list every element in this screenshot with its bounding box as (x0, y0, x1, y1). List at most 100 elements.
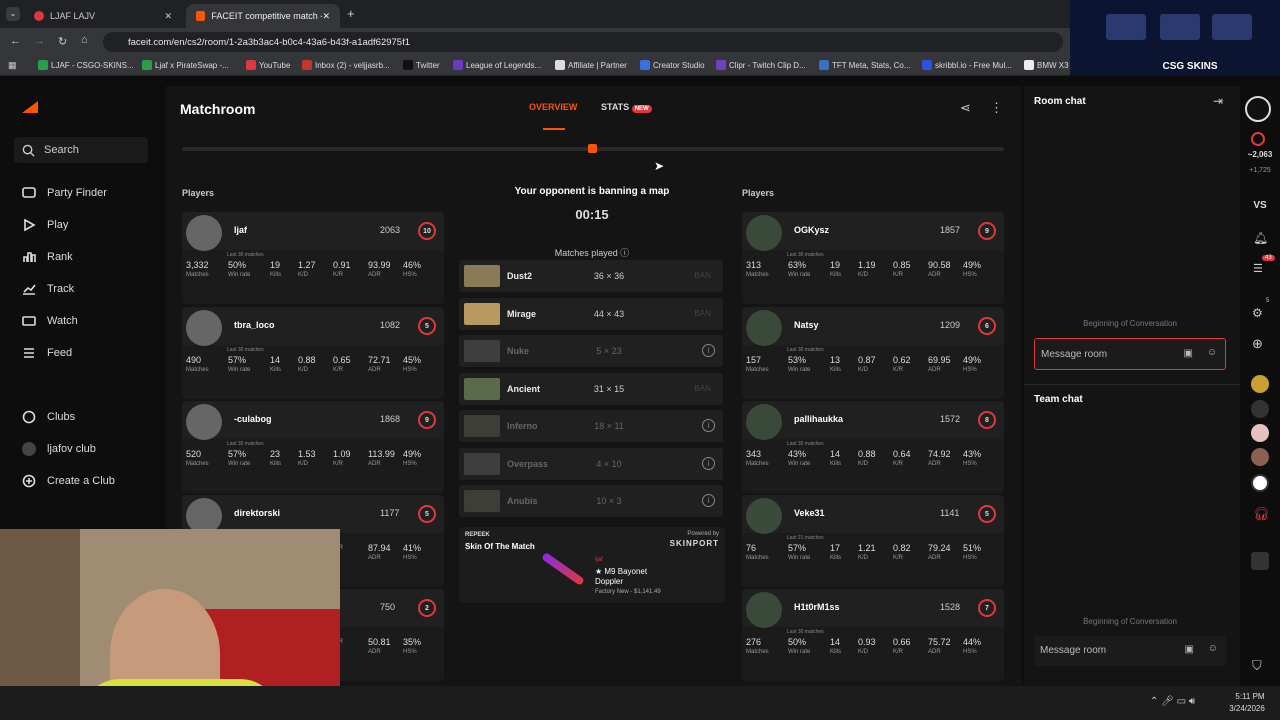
bookmark-item[interactable]: Inbox (2) - veljjasrb... (302, 60, 390, 70)
tab-stats[interactable]: STATS NEW (601, 102, 652, 113)
bookmark-item[interactable]: Ljaf x PirateSwap -... (142, 60, 229, 70)
tab-overview[interactable]: OVERVIEW (529, 102, 577, 112)
player-card[interactable]: Veke31 1141 5 Last 21 matches 76 Matches 57% Wi… (742, 495, 1004, 587)
add-icon[interactable]: ⊕ (1252, 336, 1263, 352)
faceit-logo[interactable] (22, 101, 38, 113)
collapse-chat-icon[interactable]: ⇥ (1213, 94, 1223, 108)
map-row-overpass[interactable]: Overpass 4 × 10 i (459, 447, 723, 480)
info-icon[interactable]: ⓘ (620, 248, 629, 258)
bookmark-item[interactable]: Twitter (403, 60, 440, 70)
player-name[interactable]: direktorski (234, 508, 280, 518)
player-name[interactable]: OGKysz (794, 225, 829, 235)
info-icon[interactable]: i (702, 344, 715, 357)
info-icon[interactable]: i (702, 419, 715, 432)
map-row-mirage[interactable]: Mirage 44 × 43 BAN (459, 297, 723, 330)
bookmark-item[interactable]: League of Legends... (453, 60, 541, 70)
bell-icon[interactable]: 🔔︎ (1253, 231, 1268, 245)
club-icon[interactable] (1251, 375, 1269, 393)
forward-icon[interactable]: → (34, 35, 45, 47)
player-name[interactable]: tbra_loco (234, 320, 275, 330)
bookmark-item[interactable]: Clipr - Twitch Clip D... (716, 60, 806, 70)
party-icon[interactable]: ⚙ (1252, 306, 1263, 320)
user-avatar[interactable] (1245, 96, 1271, 122)
more-icon[interactable]: ⋮ (990, 100, 1003, 116)
nav-club-ljafov[interactable]: ljafov club (22, 442, 96, 456)
headset-icon[interactable]: 🎧︎ (1253, 506, 1270, 522)
player-name[interactable]: pallihaukka (794, 414, 843, 424)
apps-icon[interactable]: ▦ (8, 60, 17, 71)
room-message-input[interactable]: Message room ▣ ☺ (1034, 338, 1226, 370)
back-icon[interactable]: ← (10, 35, 21, 47)
close-icon[interactable]: ✕ (164, 11, 172, 22)
ban-button[interactable]: BAN (695, 271, 711, 280)
friends-icon[interactable]: ☰ (1253, 262, 1263, 275)
player-name[interactable]: H1t0rM1ss (794, 602, 840, 612)
bookmark-item[interactable]: skribbl.io - Free Mul... (922, 60, 1012, 70)
player-avatar[interactable] (746, 498, 782, 534)
friend-avatar[interactable] (1251, 400, 1269, 418)
reload-icon[interactable]: ↻ (58, 35, 67, 48)
bookmark-item[interactable]: YouTube (246, 60, 290, 70)
player-avatar[interactable] (746, 215, 782, 251)
player-name[interactable]: -culabog (234, 414, 272, 424)
player-card[interactable]: tbra_loco 1082 5 Last 30 matches 490 Matches 5… (182, 307, 444, 399)
image-icon[interactable]: ▣ (1185, 644, 1194, 655)
friend-avatar[interactable] (1251, 448, 1269, 466)
player-avatar[interactable] (186, 310, 222, 346)
bookmark-item[interactable]: Affiliate | Partner (555, 60, 627, 70)
bookmark-item[interactable]: TFT Meta, Stats, Co... (819, 60, 911, 70)
tab-ljaf[interactable]: LJAF LAJV ✕ (24, 4, 182, 28)
nav-rank[interactable]: Rank (22, 250, 73, 264)
ban-button[interactable]: BAN (695, 309, 711, 318)
info-icon[interactable]: i (702, 456, 715, 470)
player-name[interactable]: Veke31 (794, 508, 825, 518)
team-message-input[interactable]: Message room ▣ ☺ (1034, 636, 1226, 666)
player-avatar[interactable] (186, 404, 222, 440)
nav-create-club[interactable]: Create a Club (22, 474, 115, 488)
player-name[interactable]: Natsy (794, 320, 819, 330)
emoji-icon[interactable]: ☺ (1207, 347, 1217, 358)
player-avatar[interactable] (746, 310, 782, 346)
nav-clubs[interactable]: Clubs (22, 410, 75, 424)
tab-faceit[interactable]: FACEIT competitive match - FAC✕ (186, 4, 340, 28)
image-icon[interactable]: ▣ (1184, 348, 1193, 359)
tray-icons[interactable]: ⌃ 🎤︎ ▭ 🔊︎ (1150, 696, 1195, 707)
emoji-icon[interactable]: ☺ (1208, 643, 1218, 654)
player-avatar[interactable] (186, 215, 222, 251)
nav-feed[interactable]: Feed (22, 346, 72, 360)
map-row-ancient[interactable]: Ancient 31 × 15 BAN (459, 372, 723, 405)
new-tab-icon[interactable]: + (347, 6, 355, 21)
player-card[interactable]: ljaf 2063 10 Last 30 matches 3,332 Matches 50%… (182, 212, 444, 304)
vs-button[interactable]: VS (1240, 200, 1280, 211)
ban-button[interactable]: BAN (695, 384, 711, 393)
nav-track[interactable]: Track (22, 282, 74, 296)
home-icon[interactable]: ⌂ (81, 34, 88, 46)
skin-of-the-match-card[interactable]: REPEEK Skin Of The Match Powered by SKIN… (459, 527, 725, 603)
map-row-inferno[interactable]: Inferno 18 × 11 i (459, 410, 723, 442)
player-avatar[interactable] (746, 404, 782, 440)
player-avatar[interactable] (746, 592, 782, 628)
player-card[interactable]: OGKysz 1857 9 Last 30 matches 313 Matches 63% W… (742, 212, 1004, 304)
nav-play[interactable]: Play (22, 218, 68, 232)
player-card[interactable]: H1t0rM1ss 1528 7 Last 30 matches 276 Matches 5… (742, 589, 1004, 681)
close-icon[interactable]: ✕ (322, 11, 330, 22)
bookmark-item[interactable]: Creator Studio (640, 60, 705, 70)
profile-icon[interactable] (1251, 552, 1269, 570)
bookmark-item[interactable]: LJAF - CSGO-SKINS... (38, 60, 134, 70)
player-name[interactable]: ljaf (234, 225, 247, 235)
bookmark-item[interactable]: BMW X3 (1024, 60, 1069, 70)
nav-watch[interactable]: Watch (22, 314, 78, 328)
share-icon[interactable]: ⋖ (960, 100, 971, 116)
friend-avatar[interactable] (1251, 474, 1269, 492)
store-icon[interactable]: ⛉ (1252, 658, 1262, 674)
info-icon[interactable]: i (702, 494, 715, 507)
tab-list-icon[interactable]: ⌄ (6, 7, 20, 21)
player-card[interactable]: pallihaukka 1572 8 Last 30 matches 343 Matche… (742, 401, 1004, 493)
player-card[interactable]: Natsy 1209 6 Last 30 matches 157 Matches 53% Wi… (742, 307, 1004, 399)
nav-party-finder[interactable]: Party Finder (22, 186, 107, 200)
map-row-anubis[interactable]: Anubis 10 × 3 i (459, 485, 723, 517)
friend-avatar[interactable] (1251, 424, 1269, 442)
player-card[interactable]: -culabog 1868 9 Last 30 matches 520 Matches 57… (182, 401, 444, 493)
search-input[interactable]: Search (14, 137, 148, 163)
map-row-nuke[interactable]: Nuke 5 × 23 i (459, 335, 723, 367)
